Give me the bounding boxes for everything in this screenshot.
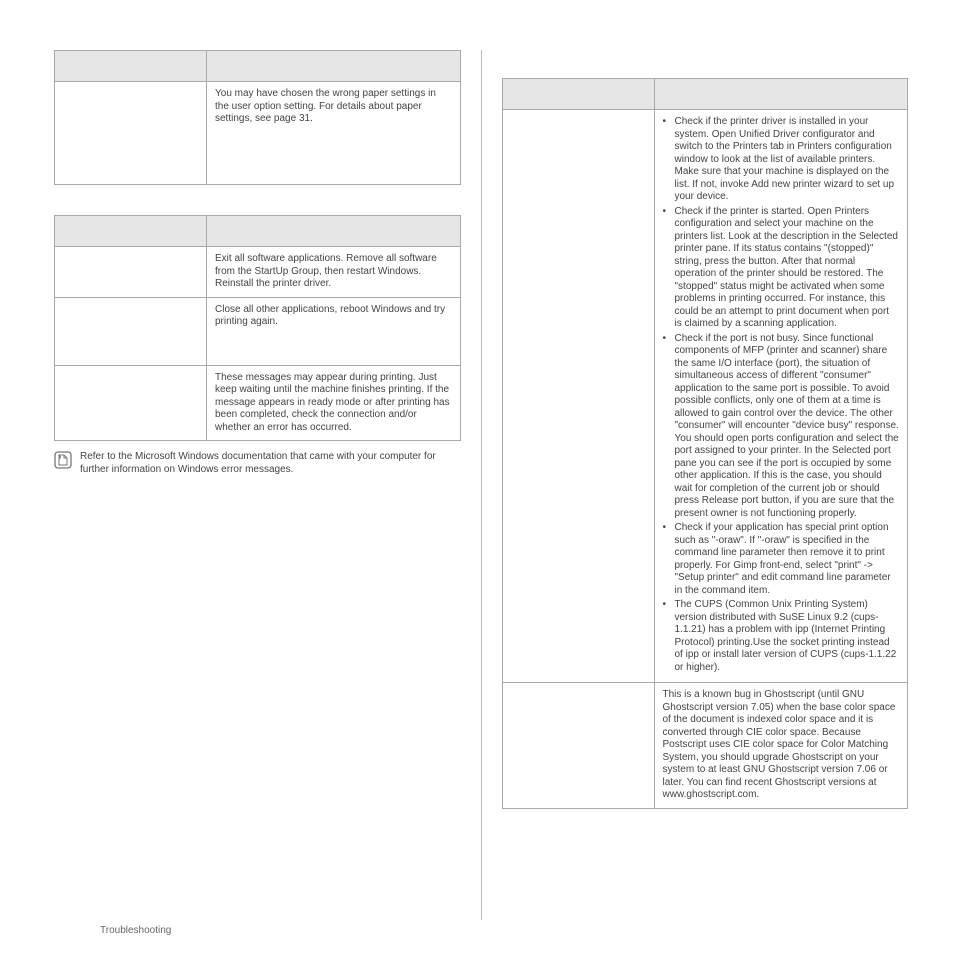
solution-cell: You may have chosen the wrong paper sett… — [207, 82, 461, 185]
table-row: Close all other applications, reboot Win… — [55, 297, 461, 365]
table-row: You may have chosen the wrong paper sett… — [55, 82, 461, 185]
problem-cell — [55, 297, 207, 365]
solution-cell: These messages may appear during printin… — [207, 365, 461, 441]
table-header-cell — [55, 216, 207, 247]
problem-cell — [502, 683, 654, 809]
note-icon — [54, 451, 72, 469]
table-header-cell — [207, 216, 461, 247]
table-row: These messages may appear during printin… — [55, 365, 461, 441]
right-column: Check if the printer driver is installed… — [482, 50, 909, 920]
list-item: Check if the port is not busy. Since fun… — [663, 333, 900, 521]
table-header-cell — [502, 79, 654, 110]
list-item: Check if the printer driver is installed… — [663, 116, 900, 204]
list-item: The CUPS (Common Unix Printing System) v… — [663, 599, 900, 674]
left-column: You may have chosen the wrong paper sett… — [54, 50, 481, 920]
list-item: Check if the printer is started. Open Pr… — [663, 206, 900, 331]
table-row: This is a known bug in Ghostscript (unti… — [502, 683, 908, 809]
problem-cell — [55, 365, 207, 441]
solution-cell: Exit all software applications. Remove a… — [207, 247, 461, 298]
solution-cell: Close all other applications, reboot Win… — [207, 297, 461, 365]
table-row: Check if the printer driver is installed… — [502, 110, 908, 683]
bullet-list: Check if the printer driver is installed… — [663, 116, 900, 674]
table-windows-problems: Exit all software applications. Remove a… — [54, 215, 461, 441]
solution-cell: This is a known bug in Ghostscript (unti… — [654, 683, 908, 809]
solution-cell: Check if the printer driver is installed… — [654, 110, 908, 683]
note-text: Refer to the Microsoft Windows documenta… — [80, 451, 461, 476]
footer-label: Troubleshooting — [100, 925, 171, 936]
problem-cell — [55, 82, 207, 185]
table-header-cell — [654, 79, 908, 110]
table-header-cell — [207, 51, 461, 82]
problem-cell — [502, 110, 654, 683]
note: Refer to the Microsoft Windows documenta… — [54, 451, 461, 476]
list-item: Check if your application has special pr… — [663, 522, 900, 597]
table-row: Exit all software applications. Remove a… — [55, 247, 461, 298]
table-paper-settings: You may have chosen the wrong paper sett… — [54, 50, 461, 185]
table-header-cell — [55, 51, 207, 82]
problem-cell — [55, 247, 207, 298]
table-linux-problems: Check if the printer driver is installed… — [502, 78, 909, 809]
